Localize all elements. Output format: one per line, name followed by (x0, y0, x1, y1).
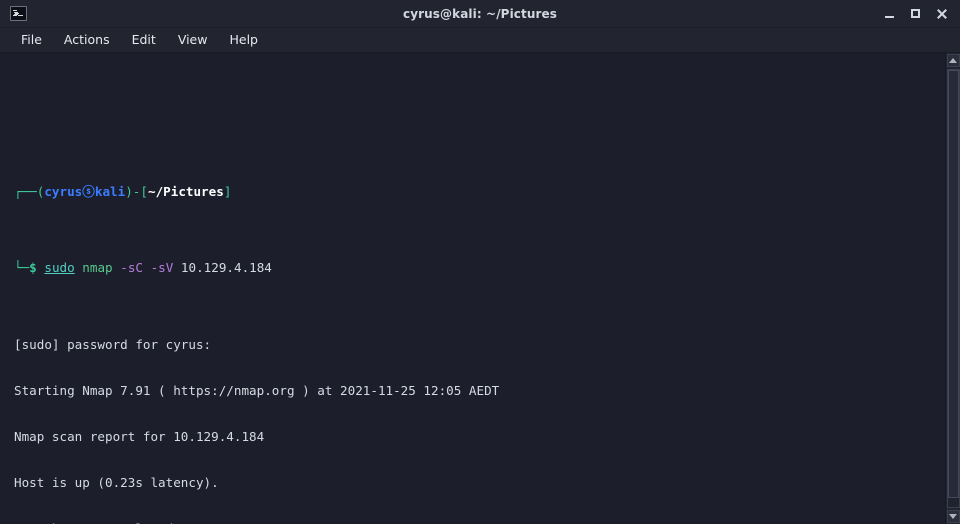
window-title: cyrus@kali: ~/Pictures (403, 6, 557, 21)
menu-item-edit[interactable]: Edit (122, 30, 166, 50)
scrollbar-track[interactable] (946, 69, 960, 508)
menu-item-file[interactable]: File (11, 30, 52, 50)
close-button[interactable] (928, 3, 954, 25)
prompt-bracket-close: ] (223, 183, 232, 199)
scroll-down-icon[interactable] (946, 510, 960, 523)
maximize-button[interactable] (902, 3, 928, 25)
prompt-user: cyrus (44, 183, 83, 199)
prompt-corner-bottom: └─ (14, 260, 30, 276)
prompt-bracket-open: [ (140, 183, 148, 199)
menu-item-actions[interactable]: Actions (54, 30, 120, 50)
terminal-screen[interactable]: ┌──(cyrusⓢkali)-[~/Pictures] └─$ sudo nm… (0, 53, 945, 524)
minimize-icon (884, 16, 894, 18)
terminal-icon (10, 6, 27, 21)
title-bar[interactable]: cyrus@kali: ~/Pictures (0, 0, 960, 28)
prompt-host: kali (94, 183, 126, 199)
prompt-dollar: $ (29, 260, 37, 276)
minimize-button[interactable] (876, 3, 902, 25)
output-line: Host is up (0.23s latency). (14, 475, 219, 491)
terminal-area: ┌──(cyrusⓢkali)-[~/Pictures] └─$ sudo nm… (0, 53, 960, 524)
command-target: 10.129.4.184 (180, 260, 272, 276)
scroll-up-icon[interactable] (946, 54, 960, 67)
space-4 (173, 260, 181, 275)
command-program: nmap (82, 260, 113, 276)
output-line: [sudo] password for cyrus: (14, 337, 212, 353)
output-line: Nmap scan report for 10.129.4.184 (14, 429, 265, 445)
terminal-window: cyrus@kali: ~/Pictures File Actions Edit… (0, 0, 960, 524)
terminal-scrollbar[interactable] (945, 53, 960, 524)
prompt-path: ~/Pictures (147, 183, 224, 199)
output-line: Starting Nmap 7.91 ( https://nmap.org ) … (14, 383, 500, 399)
scrollbar-thumb[interactable] (947, 70, 959, 499)
menu-item-help[interactable]: Help (219, 30, 268, 50)
prompt-at-icon: ⓢ (82, 183, 95, 199)
command-flags: -sC -sV (120, 260, 174, 276)
prompt-line-top: ┌──(cyrusⓢkali)-[~/Pictures] (14, 184, 945, 199)
menu-item-view[interactable]: View (168, 30, 218, 50)
window-controls (876, 3, 960, 25)
menu-bar: File Actions Edit View Help (0, 28, 960, 53)
command-sudo: sudo (44, 260, 75, 276)
command-line: └─$ sudo nmap -sC -sV 10.129.4.184 (14, 260, 945, 275)
prompt-close-paren: ) (125, 183, 133, 199)
maximize-icon (910, 9, 920, 18)
prompt-corner: ┌── (14, 183, 37, 199)
close-icon (936, 8, 947, 19)
